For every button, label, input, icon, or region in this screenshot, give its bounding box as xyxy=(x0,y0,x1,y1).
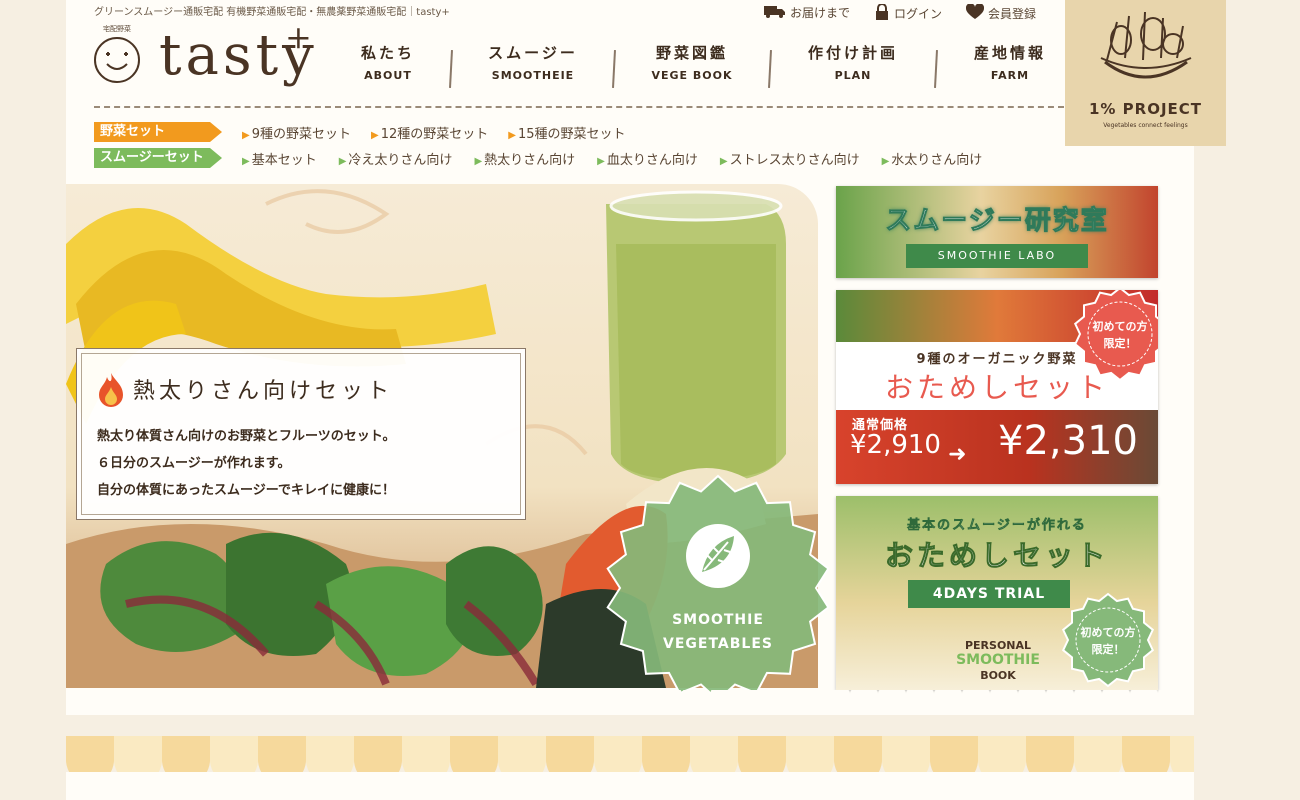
nav-vegebook-en: VEGE BOOK xyxy=(651,69,733,82)
vegetable-set-link[interactable]: ▶ 15種の野菜セット xyxy=(508,123,625,142)
vegetable-set-tag: 野菜セット xyxy=(94,122,222,142)
nav-farm-jp: 産地情報 xyxy=(973,44,1046,62)
nav-farm-en: FARM xyxy=(990,69,1030,82)
nav-about-jp: 私たち xyxy=(360,44,415,62)
nav-smoothie-jp: スムージー xyxy=(488,44,578,62)
main-nav: 私たち ABOUT スムージー SMOOTHEIE 野菜図鑑 VEGE BOOK… xyxy=(335,42,1065,94)
smoothie-set-row: スムージーセット ▶ 基本セット ▶ 冷え太りさん向け ▶ 熱太りさん向け ▶ 血太りさ… xyxy=(94,148,982,168)
smoothie-labo-ribbon: SMOOTHIE LABO xyxy=(906,244,1088,268)
smoothie-labo-banner[interactable]: スムージー研究室 SMOOTHIE LABO xyxy=(836,186,1158,278)
trial4-subtitle: 基本のスムージーが作れる xyxy=(907,518,1087,534)
nav-vegebook-jp: 野菜図鑑 xyxy=(655,44,728,62)
trial4-title: おためしセット xyxy=(884,539,1109,573)
seal-line-1: SMOOTHIE xyxy=(672,612,764,628)
seal-text: SMOOTHIE VEGETABLES xyxy=(604,608,832,656)
nav-vegebook[interactable]: 野菜図鑑 VEGE BOOK xyxy=(627,42,757,82)
scallop-band xyxy=(66,736,1194,772)
delivery-link-label: お届けまで xyxy=(790,6,851,20)
nav-about[interactable]: 私たち ABOUT xyxy=(323,42,453,82)
hero-line-1: 熱太り体質さん向けのお野菜とフルーツのセット。 xyxy=(97,429,396,444)
login-link[interactable]: ログイン xyxy=(874,3,943,23)
lock-icon xyxy=(874,3,890,23)
seal-line-2: VEGETABLES xyxy=(663,636,773,652)
nav-plan-en: PLAN xyxy=(834,69,872,82)
price-arrow-icon: ➜ xyxy=(948,442,967,467)
fire-icon xyxy=(99,373,123,407)
smoothie-vegetables-seal[interactable]: SMOOTHIE VEGETABLES xyxy=(604,472,832,704)
nav-plan-jp: 作付け計画 xyxy=(807,44,898,62)
trial9-badge-line2: 限定！ xyxy=(1103,337,1137,350)
trial4-ribbon: 4DAYS TRIAL xyxy=(908,580,1070,608)
trial4-badge-line2: 限定！ xyxy=(1091,643,1125,656)
smile-face-icon xyxy=(94,37,140,83)
smoothie-book-logo: PERSONAL SMOOTHIE BOOK xyxy=(938,638,1058,683)
smoothie-set-link[interactable]: ▶ ストレス太りさん向け xyxy=(720,149,860,168)
book-line-1: PERSONAL xyxy=(964,639,1032,652)
smoothie-set-link[interactable]: ▶ 基本セット xyxy=(242,149,317,168)
one-percent-project-badge[interactable]: 1% PROJECT Vegetables connect feelings xyxy=(1065,0,1226,146)
scallop-edge xyxy=(66,690,1194,710)
logo-small-text: 宅配野菜 xyxy=(103,25,131,33)
truck-icon xyxy=(764,4,786,21)
smoothie-labo-title: スムージー研究室 xyxy=(885,206,1109,237)
hero-line-2: ６日分のスムージーが作れます。 xyxy=(97,456,291,471)
hero-title: 熱太りさん向けセット xyxy=(133,379,394,404)
nav-smoothie[interactable]: スムージー SMOOTHEIE xyxy=(468,42,598,82)
first-time-badge: 初めての方 限定！ xyxy=(1072,290,1158,382)
project-badge-title: 1% PROJECT xyxy=(1088,100,1203,118)
smoothie-set-link[interactable]: ▶ 冷え太りさん向け xyxy=(339,149,453,168)
hero-text-box: 熱太りさん向けセット 熱太り体質さん向けのお野菜とフルーツのセット。 ６日分のス… xyxy=(76,348,526,520)
nav-farm[interactable]: 産地情報 FARM xyxy=(945,42,1075,82)
register-link[interactable]: 会員登録 xyxy=(965,3,1037,23)
smoothie-set-tag: スムージーセット xyxy=(94,148,222,168)
hero-description: 熱太り体質さん向けのお野菜とフルーツのセット。 ６日分のスムージーが作れます。 … xyxy=(97,423,395,504)
content-area xyxy=(66,772,1194,800)
nav-divider xyxy=(768,49,772,89)
header-divider xyxy=(94,106,1064,108)
project-badge-subtitle: Vegetables connect feelings xyxy=(1103,122,1188,129)
nav-divider xyxy=(612,49,616,89)
hero-title-row: 熱太りさん向けセット xyxy=(97,371,393,407)
smoothie-set-links: ▶ 基本セット ▶ 冷え太りさん向け ▶ 熱太りさん向け ▶ 血太りさん向け ▶ ストレス… xyxy=(242,149,982,168)
book-line-3: BOOK xyxy=(980,669,1016,682)
vegetable-set-link[interactable]: ▶ 12種の野菜セット xyxy=(371,123,488,142)
basic-trial-banner[interactable]: 基本のスムージーが作れる おためしセット 4DAYS TRIAL PERSONA… xyxy=(836,496,1158,690)
smoothie-set-link[interactable]: ▶ 水太りさん向け xyxy=(882,149,983,168)
site-tagline: グリーンスムージー通販宅配 有機野菜通販宅配・無農薬野菜通販宅配｜tasty+ xyxy=(94,7,450,18)
smoothie-set-link[interactable]: ▶ 血太りさん向け xyxy=(597,149,698,168)
nav-divider xyxy=(934,49,938,89)
vegetable-basket-icon xyxy=(1100,11,1192,79)
hero-line-3: 自分の体質にあったスムージーでキレイに健康に！ xyxy=(97,483,395,498)
vegetable-set-row: 野菜セット ▶ 9種の野菜セット ▶ 12種の野菜セット ▶ 15種の野菜セット xyxy=(94,122,625,142)
nav-smoothie-en: SMOOTHEIE xyxy=(491,69,575,82)
old-price: ¥2,910 xyxy=(850,430,941,460)
nav-plan[interactable]: 作付け計画 PLAN xyxy=(788,42,918,82)
vegetable-set-links: ▶ 9種の野菜セット ▶ 12種の野菜セット ▶ 15種の野菜セット xyxy=(242,123,625,142)
register-link-label: 会員登録 xyxy=(988,7,1037,21)
trial9-badge-line1: 初めての方 xyxy=(1092,320,1148,333)
site-logo[interactable]: 宅配野菜 tasty + xyxy=(93,18,328,94)
login-link-label: ログイン xyxy=(894,7,943,21)
seal-shape xyxy=(606,474,830,702)
nav-about-en: ABOUT xyxy=(364,69,412,82)
delivery-link[interactable]: お届けまで xyxy=(764,4,850,21)
smoothie-set-link[interactable]: ▶ 熱太りさん向け xyxy=(474,149,575,168)
heart-icon xyxy=(965,3,985,23)
vegetable-set-link[interactable]: ▶ 9種の野菜セット xyxy=(242,123,351,142)
new-price: ¥2,310 xyxy=(998,418,1138,464)
organic-trial-banner[interactable]: 9種のオーガニック野菜 おためしセット 通常価格 ¥2,910 ➜ ¥2,310… xyxy=(836,290,1158,484)
logo-plus: + xyxy=(285,18,312,56)
book-line-2: SMOOTHIE xyxy=(956,652,1040,668)
trial4-badge-line1: 初めての方 xyxy=(1080,626,1136,639)
first-time-badge: 初めての方 限定！ xyxy=(1060,592,1156,688)
